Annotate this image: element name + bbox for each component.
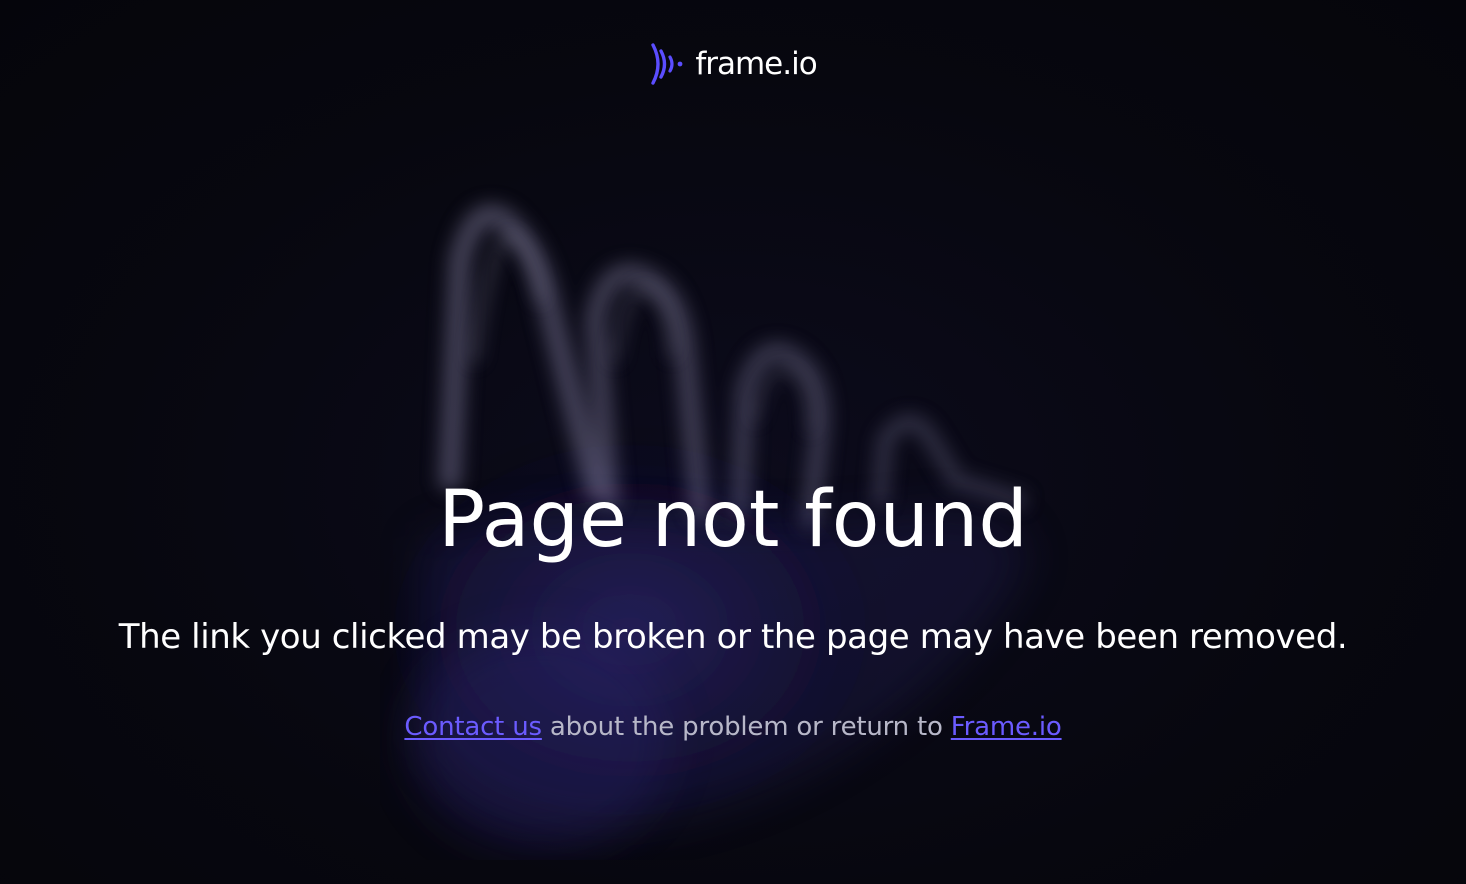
page-subtitle: The link you clicked may be broken or th… [118, 617, 1348, 657]
not-found-page: frame.io Page not found The link you cli… [0, 0, 1466, 884]
frameio-home-link[interactable]: Frame.io [951, 712, 1062, 742]
brand-name: frame.io [695, 46, 817, 82]
contact-us-link[interactable]: Contact us [404, 712, 542, 742]
brand-logo[interactable]: frame.io [0, 42, 1466, 86]
frameio-logo-icon [651, 43, 683, 85]
help-text: Contact us about the problem or return t… [0, 708, 1466, 746]
help-middle-text: about the problem or return to [541, 712, 951, 742]
page-title: Page not found [438, 475, 1028, 565]
